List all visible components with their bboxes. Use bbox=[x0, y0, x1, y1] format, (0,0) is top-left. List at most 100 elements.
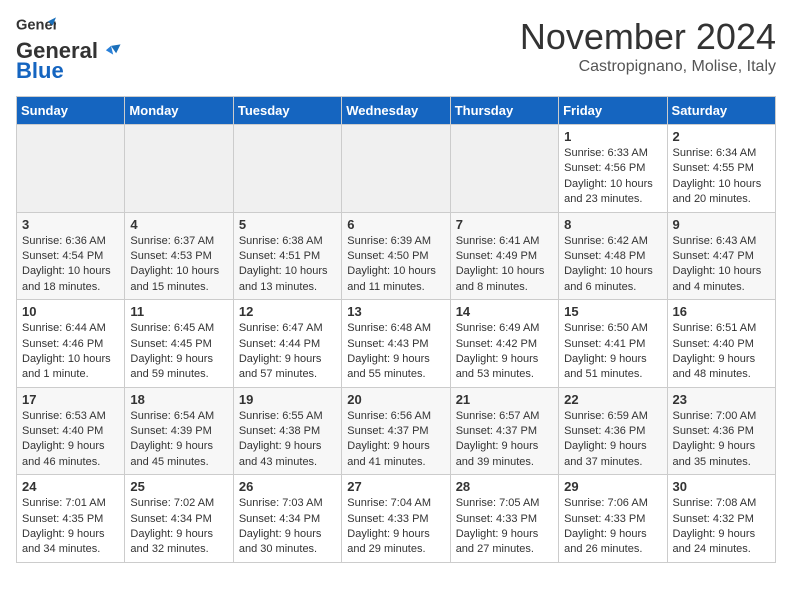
calendar-cell: 22 Sunrise: 6:59 AMSunset: 4:36 PMDayligh… bbox=[559, 387, 667, 475]
logo-blue: Blue bbox=[16, 58, 64, 84]
col-header-monday: Monday bbox=[125, 97, 233, 125]
logo-bird-icon bbox=[100, 43, 122, 59]
calendar-cell: 29 Sunrise: 7:06 AMSunset: 4:33 PMDayligh… bbox=[559, 475, 667, 563]
calendar-cell bbox=[450, 125, 558, 213]
month-title: November 2024 bbox=[520, 16, 776, 58]
day-number: 21 bbox=[456, 392, 553, 407]
day-number: 29 bbox=[564, 479, 661, 494]
day-number: 14 bbox=[456, 304, 553, 319]
col-header-tuesday: Tuesday bbox=[233, 97, 341, 125]
day-info: Sunrise: 6:56 AMSunset: 4:37 PMDaylight:… bbox=[347, 409, 444, 471]
day-number: 26 bbox=[239, 479, 336, 494]
day-info: Sunrise: 6:33 AMSunset: 4:56 PMDaylight:… bbox=[564, 146, 661, 208]
logo-icon: General bbox=[16, 16, 56, 36]
calendar-cell: 28Sunrise: 7:05 AMSunset: 4:33 PMDayligh… bbox=[450, 475, 558, 563]
day-info: Sunrise: 6:44 AMSunset: 4:46 PMDaylight:… bbox=[22, 321, 119, 383]
day-info: Sunrise: 7:00 AMSunset: 4:36 PMDaylight:… bbox=[673, 409, 770, 471]
calendar-cell: 4Sunrise: 6:37 AMSunset: 4:53 PMDaylight… bbox=[125, 212, 233, 300]
col-header-saturday: Saturday bbox=[667, 97, 775, 125]
day-info: Sunrise: 7:05 AMSunset: 4:33 PMDaylight:… bbox=[456, 496, 553, 558]
col-header-thursday: Thursday bbox=[450, 97, 558, 125]
week-row-2: 3 Sunrise: 6:36 AMSunset: 4:54 PMDaylight… bbox=[17, 212, 776, 300]
day-number: 23 bbox=[673, 392, 770, 407]
title-block: November 2024 Castropignano, Molise, Ita… bbox=[520, 16, 776, 76]
calendar-cell: 6Sunrise: 6:39 AMSunset: 4:50 PMDaylight… bbox=[342, 212, 450, 300]
day-number: 20 bbox=[347, 392, 444, 407]
week-row-5: 24Sunrise: 7:01 AMSunset: 4:35 PMDayligh… bbox=[17, 475, 776, 563]
day-info: Sunrise: 6:49 AMSunset: 4:42 PMDaylight:… bbox=[456, 321, 553, 383]
calendar-cell: 18Sunrise: 6:54 AMSunset: 4:39 PMDayligh… bbox=[125, 387, 233, 475]
day-info: Sunrise: 7:02 AMSunset: 4:34 PMDaylight:… bbox=[130, 496, 227, 558]
day-info: Sunrise: 6:59 AMSunset: 4:36 PMDaylight:… bbox=[564, 409, 661, 471]
calendar-cell bbox=[233, 125, 341, 213]
day-number: 12 bbox=[239, 304, 336, 319]
day-info: Sunrise: 7:01 AMSunset: 4:35 PMDaylight:… bbox=[22, 496, 119, 558]
day-info: Sunrise: 6:48 AMSunset: 4:43 PMDaylight:… bbox=[347, 321, 444, 383]
calendar-cell: 9 Sunrise: 6:43 AMSunset: 4:47 PMDaylight… bbox=[667, 212, 775, 300]
day-info: Sunrise: 6:53 AMSunset: 4:40 PMDaylight:… bbox=[22, 409, 119, 471]
day-info: Sunrise: 6:51 AMSunset: 4:40 PMDaylight:… bbox=[673, 321, 770, 383]
calendar-cell: 13 Sunrise: 6:48 AMSunset: 4:43 PMDayligh… bbox=[342, 300, 450, 388]
day-info: Sunrise: 7:03 AMSunset: 4:34 PMDaylight:… bbox=[239, 496, 336, 558]
calendar-cell: 21 Sunrise: 6:57 AMSunset: 4:37 PMDayligh… bbox=[450, 387, 558, 475]
day-number: 22 bbox=[564, 392, 661, 407]
day-number: 9 bbox=[673, 217, 770, 232]
day-number: 17 bbox=[22, 392, 119, 407]
day-number: 16 bbox=[673, 304, 770, 319]
day-info: Sunrise: 6:50 AMSunset: 4:41 PMDaylight:… bbox=[564, 321, 661, 383]
calendar-cell: 16 Sunrise: 6:51 AMSunset: 4:40 PMDayligh… bbox=[667, 300, 775, 388]
col-header-sunday: Sunday bbox=[17, 97, 125, 125]
day-info: Sunrise: 6:36 AMSunset: 4:54 PMDaylight:… bbox=[22, 234, 119, 296]
day-number: 27 bbox=[347, 479, 444, 494]
day-number: 10 bbox=[22, 304, 119, 319]
calendar-cell bbox=[125, 125, 233, 213]
day-number: 11 bbox=[130, 304, 227, 319]
day-number: 19 bbox=[239, 392, 336, 407]
day-info: Sunrise: 6:54 AMSunset: 4:39 PMDaylight:… bbox=[130, 409, 227, 471]
calendar-cell: 30 Sunrise: 7:08 AMSunset: 4:32 PMDayligh… bbox=[667, 475, 775, 563]
calendar-cell: 27Sunrise: 7:04 AMSunset: 4:33 PMDayligh… bbox=[342, 475, 450, 563]
day-info: Sunrise: 6:34 AMSunset: 4:55 PMDaylight:… bbox=[673, 146, 770, 208]
day-number: 8 bbox=[564, 217, 661, 232]
day-info: Sunrise: 6:45 AMSunset: 4:45 PMDaylight:… bbox=[130, 321, 227, 383]
calendar-cell: 14 Sunrise: 6:49 AMSunset: 4:42 PMDayligh… bbox=[450, 300, 558, 388]
day-number: 3 bbox=[22, 217, 119, 232]
calendar-cell: 11 Sunrise: 6:45 AMSunset: 4:45 PMDayligh… bbox=[125, 300, 233, 388]
day-info: Sunrise: 6:57 AMSunset: 4:37 PMDaylight:… bbox=[456, 409, 553, 471]
calendar-header-row: SundayMondayTuesdayWednesdayThursdayFrid… bbox=[17, 97, 776, 125]
day-number: 15 bbox=[564, 304, 661, 319]
day-number: 2 bbox=[673, 129, 770, 144]
col-header-friday: Friday bbox=[559, 97, 667, 125]
day-info: Sunrise: 6:47 AMSunset: 4:44 PMDaylight:… bbox=[239, 321, 336, 383]
day-info: Sunrise: 7:06 AMSunset: 4:33 PMDaylight:… bbox=[564, 496, 661, 558]
calendar-cell: 23 Sunrise: 7:00 AMSunset: 4:36 PMDayligh… bbox=[667, 387, 775, 475]
calendar-cell: 5Sunrise: 6:38 AMSunset: 4:51 PMDaylight… bbox=[233, 212, 341, 300]
calendar-cell: 20 Sunrise: 6:56 AMSunset: 4:37 PMDayligh… bbox=[342, 387, 450, 475]
col-header-wednesday: Wednesday bbox=[342, 97, 450, 125]
calendar-cell: 1Sunrise: 6:33 AMSunset: 4:56 PMDaylight… bbox=[559, 125, 667, 213]
logo: General General Blue bbox=[16, 16, 124, 84]
day-info: Sunrise: 6:55 AMSunset: 4:38 PMDaylight:… bbox=[239, 409, 336, 471]
calendar-cell: 19 Sunrise: 6:55 AMSunset: 4:38 PMDayligh… bbox=[233, 387, 341, 475]
calendar-cell: 15 Sunrise: 6:50 AMSunset: 4:41 PMDayligh… bbox=[559, 300, 667, 388]
day-number: 25 bbox=[130, 479, 227, 494]
day-number: 13 bbox=[347, 304, 444, 319]
day-info: Sunrise: 7:08 AMSunset: 4:32 PMDaylight:… bbox=[673, 496, 770, 558]
calendar-cell: 2 Sunrise: 6:34 AMSunset: 4:55 PMDaylight… bbox=[667, 125, 775, 213]
week-row-1: 1Sunrise: 6:33 AMSunset: 4:56 PMDaylight… bbox=[17, 125, 776, 213]
calendar-cell: 17 Sunrise: 6:53 AMSunset: 4:40 PMDayligh… bbox=[17, 387, 125, 475]
location: Castropignano, Molise, Italy bbox=[520, 58, 776, 76]
week-row-3: 10 Sunrise: 6:44 AMSunset: 4:46 PMDayligh… bbox=[17, 300, 776, 388]
calendar-cell: 3 Sunrise: 6:36 AMSunset: 4:54 PMDaylight… bbox=[17, 212, 125, 300]
calendar-cell: 25 Sunrise: 7:02 AMSunset: 4:34 PMDayligh… bbox=[125, 475, 233, 563]
calendar-cell: 26 Sunrise: 7:03 AMSunset: 4:34 PMDayligh… bbox=[233, 475, 341, 563]
day-number: 30 bbox=[673, 479, 770, 494]
svg-text:General: General bbox=[16, 17, 56, 33]
calendar-cell bbox=[17, 125, 125, 213]
calendar-cell: 8 Sunrise: 6:42 AMSunset: 4:48 PMDaylight… bbox=[559, 212, 667, 300]
day-number: 6 bbox=[347, 217, 444, 232]
calendar-cell: 10 Sunrise: 6:44 AMSunset: 4:46 PMDayligh… bbox=[17, 300, 125, 388]
calendar-cell: 7Sunrise: 6:41 AMSunset: 4:49 PMDaylight… bbox=[450, 212, 558, 300]
day-info: Sunrise: 6:42 AMSunset: 4:48 PMDaylight:… bbox=[564, 234, 661, 296]
day-info: Sunrise: 6:43 AMSunset: 4:47 PMDaylight:… bbox=[673, 234, 770, 296]
